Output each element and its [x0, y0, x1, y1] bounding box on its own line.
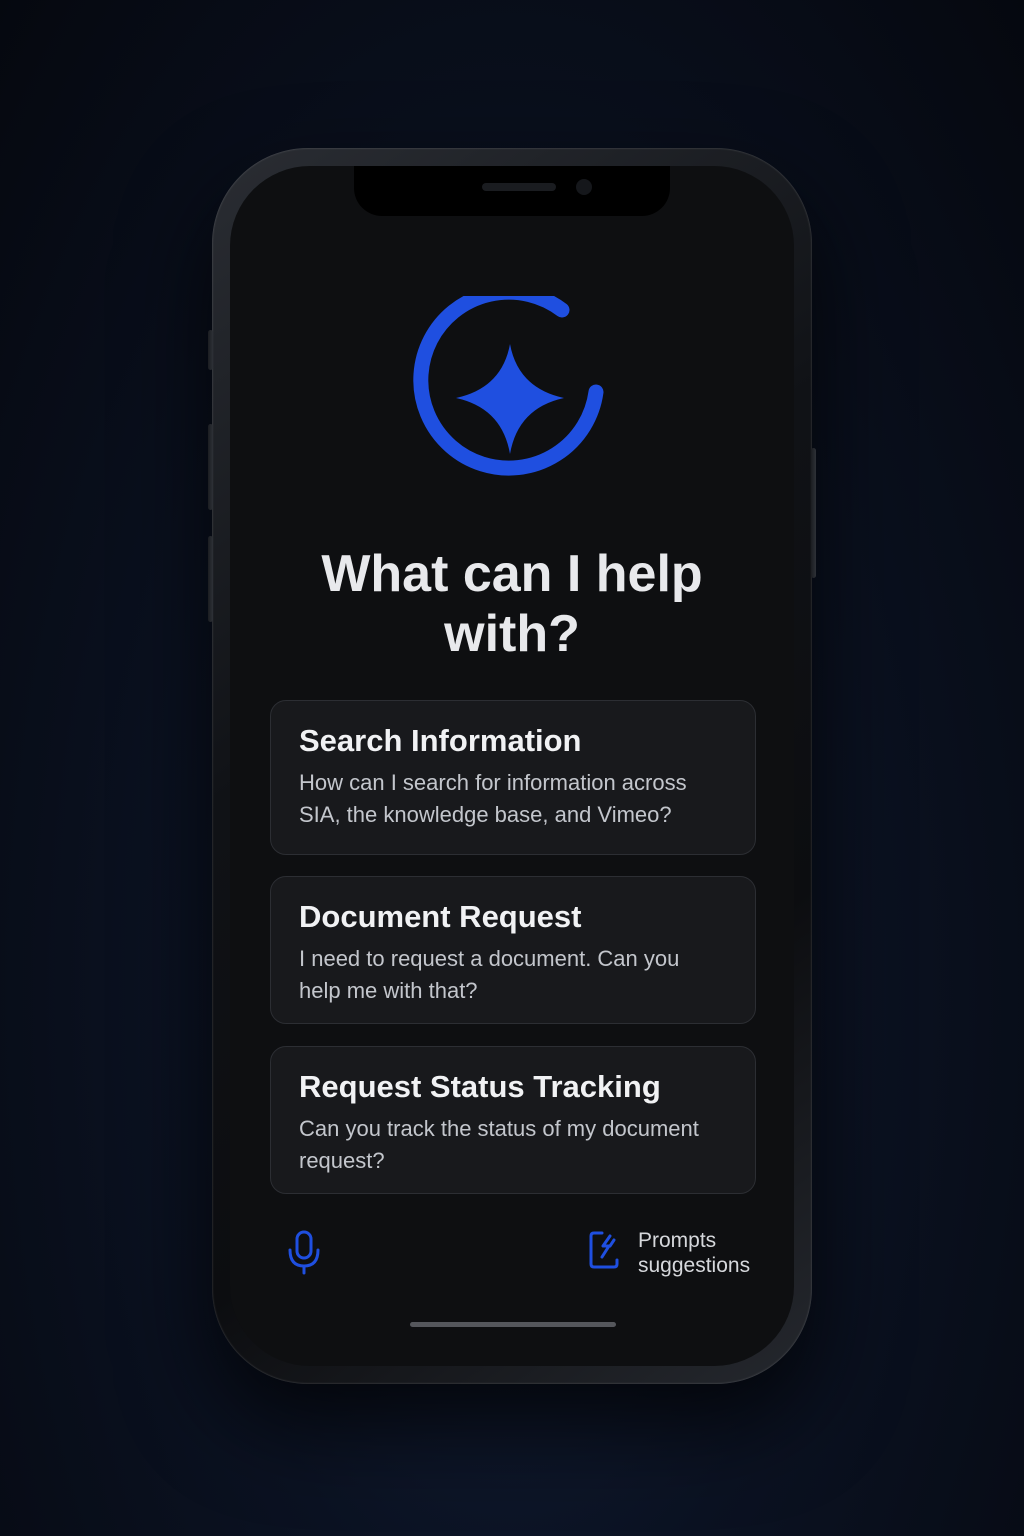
card-description-line-2: help me with that? [299, 978, 478, 1003]
suggestion-card-document-request[interactable]: Document Request I need to request a doc… [270, 876, 756, 1024]
home-indicator[interactable] [410, 1322, 616, 1327]
phone-frame: What can I help with? Search Information… [208, 148, 816, 1384]
prompt-suggestions-button[interactable]: Prompts suggestions [588, 1228, 764, 1284]
page-title-line-1: What can I help [321, 545, 703, 603]
notch [354, 166, 670, 216]
speaker-grille [482, 183, 556, 191]
microphone-icon[interactable] [286, 1230, 322, 1276]
prompt-suggestions-label-line-1: Prompts [638, 1229, 717, 1252]
card-description: How can I search for information across … [299, 767, 729, 831]
card-description-line-1: How can I search for information across [299, 770, 687, 795]
volume-up-button [208, 424, 213, 510]
card-description: Can you track the status of my document … [299, 1113, 729, 1177]
card-description-line-2: SIA, the knowledge base, and Vimeo? [299, 802, 672, 827]
card-title: Document Request [299, 899, 582, 934]
prompt-suggestions-icon [589, 1231, 619, 1269]
card-description-line-2: request? [299, 1148, 385, 1173]
volume-down-button [208, 536, 213, 622]
suggestion-card-search-information[interactable]: Search Information How can I search for … [270, 700, 756, 855]
phone-screen: What can I help with? Search Information… [230, 166, 794, 1366]
card-description: I need to request a document. Can you he… [299, 943, 729, 1007]
suggestion-card-request-status-tracking[interactable]: Request Status Tracking Can you track th… [270, 1046, 756, 1194]
card-description-line-1: I need to request a document. Can you [299, 946, 680, 971]
prompt-suggestions-label: Prompts suggestions [638, 1228, 764, 1278]
page-title-line-2: with? [444, 605, 580, 663]
front-camera [576, 179, 592, 195]
power-button [811, 448, 816, 578]
sparkle-ring-icon [413, 296, 604, 476]
mute-switch [208, 330, 213, 370]
prompt-suggestions-label-line-2: suggestions [638, 1254, 751, 1277]
card-title: Search Information [299, 723, 582, 758]
card-description-line-1: Can you track the status of my document [299, 1116, 699, 1141]
card-title: Request Status Tracking [299, 1069, 661, 1104]
page-title: What can I help with? [270, 544, 754, 664]
